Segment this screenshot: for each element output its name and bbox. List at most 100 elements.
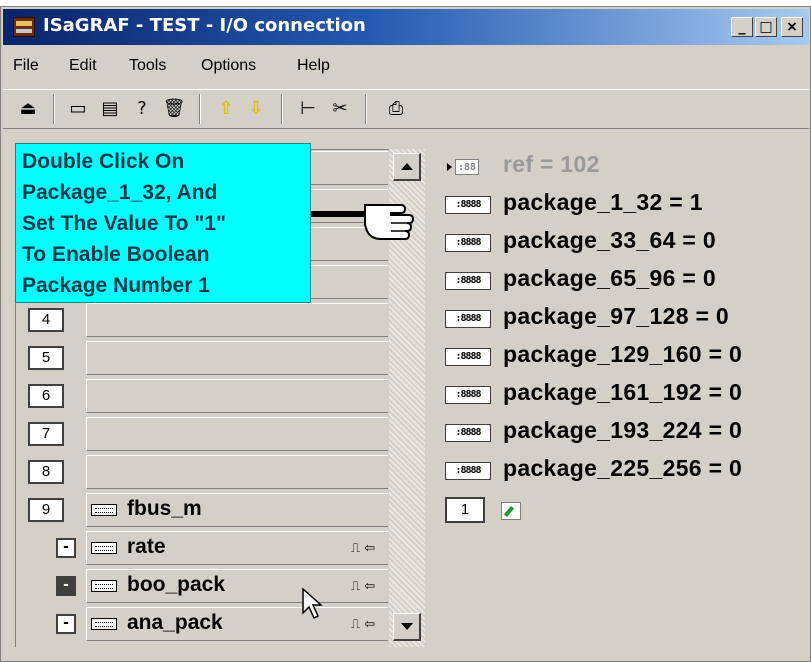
collapse-toggle[interactable]: -	[56, 614, 76, 634]
toolbar-separator	[199, 94, 201, 124]
open-board-icon[interactable]: ⏏	[15, 96, 41, 122]
variable-row[interactable]: :8888 package_129_160 = 0	[441, 339, 807, 375]
help-query-icon[interactable]: ?	[129, 96, 155, 122]
slot-number[interactable]: 5	[28, 346, 64, 370]
boolean-package-icon: :8888	[445, 310, 491, 328]
slot-field[interactable]	[86, 455, 388, 489]
variable-row[interactable]: :8888 package_97_128 = 0	[441, 301, 807, 337]
boolean-package-icon: :8888	[445, 234, 491, 252]
mouse-cursor-icon	[302, 587, 323, 620]
variable-row[interactable]: :8888 package_65_96 = 0	[441, 263, 807, 299]
variable-row[interactable]: :8888 package_161_192 = 0	[441, 377, 807, 413]
variable-text[interactable]: package_161_192 = 0	[503, 379, 742, 406]
menu-edit[interactable]: Edit	[69, 57, 97, 75]
variable-text[interactable]: package_33_64 = 0	[503, 227, 716, 254]
slot-field[interactable]	[86, 341, 388, 375]
ref-text: ref = 102	[503, 151, 600, 177]
window-title: ISaGRAF - TEST - I/O connection	[43, 15, 366, 36]
toolbar-separator	[365, 94, 367, 124]
annotation-line: Package_1_32, And	[22, 181, 218, 204]
variable-text[interactable]: package_65_96 = 0	[503, 265, 716, 292]
slot-number[interactable]: 8	[28, 460, 64, 484]
menu-help[interactable]: Help	[297, 57, 330, 75]
slot-row-9[interactable]: 9 fbus_m	[16, 492, 388, 528]
subitem-label: boo_pack	[127, 573, 226, 596]
slot-row-8[interactable]: 8	[16, 454, 388, 490]
io-group-icon	[91, 618, 117, 630]
title-bar[interactable]: ISaGRAF - TEST - I/O connection _ □ ×	[3, 9, 809, 45]
arrow-down-icon	[401, 623, 413, 630]
arrow-up-icon[interactable]: ⇧	[213, 96, 239, 122]
variable-row[interactable]: :8888 package_193_224 = 0	[441, 415, 807, 451]
slot-field[interactable]	[86, 417, 388, 451]
pulse-icon: ⎍ ⇦	[351, 541, 376, 556]
print-icon[interactable]: ⎙	[383, 96, 409, 122]
arrow-up-icon	[401, 163, 413, 170]
slot-row-4[interactable]: 4	[16, 302, 388, 338]
boolean-package-icon: :8888	[445, 386, 491, 404]
subitem-row-ana-pack[interactable]: - ana_pack ⎍ ⇦	[16, 606, 388, 642]
slot-number[interactable]: 9	[28, 498, 64, 522]
variable-text[interactable]: package_97_128 = 0	[503, 303, 729, 330]
variable-row[interactable]: :8888 package_225_256 = 0	[441, 453, 807, 489]
annotation-line: Set The Value To "1"	[22, 212, 226, 235]
slot-row-6[interactable]: 6	[16, 378, 388, 414]
variable-text[interactable]: package_225_256 = 0	[503, 455, 742, 482]
variable-row[interactable]: :8888 package_33_64 = 0	[441, 225, 807, 261]
subitem-field[interactable]: rate ⎍ ⇦	[86, 531, 388, 565]
slot-number[interactable]: 4	[28, 308, 64, 332]
io-group-icon	[91, 580, 117, 592]
collapse-toggle[interactable]: -	[56, 576, 76, 596]
boolean-package-icon: :8888	[445, 196, 491, 214]
subitem-label: rate	[127, 535, 166, 558]
delete-icon[interactable]: 🗑	[161, 96, 187, 122]
slot-field[interactable]	[86, 379, 388, 413]
scroll-down-button[interactable]	[393, 613, 421, 641]
menu-bar: File Edit Tools Options Help	[3, 53, 809, 83]
menu-file[interactable]: File	[13, 57, 39, 75]
scroll-up-button[interactable]	[393, 153, 421, 181]
menu-tools[interactable]: Tools	[129, 57, 166, 75]
annotation-line: To Enable Boolean	[22, 243, 210, 266]
maximize-button[interactable]: □	[755, 17, 777, 37]
variable-row[interactable]: :8888 package_1_32 = 1	[441, 187, 807, 223]
variable-text[interactable]: package_129_160 = 0	[503, 341, 742, 368]
subitem-row-boo-pack[interactable]: - boo_pack ⎍ ⇦	[16, 568, 388, 604]
variable-text[interactable]: package_1_32 = 1	[503, 189, 703, 216]
channel-number[interactable]: 1	[445, 497, 485, 523]
slot-label: fbus_m	[127, 497, 202, 520]
io-connection-window: ISaGRAF - TEST - I/O connection _ □ × Fi…	[0, 6, 811, 662]
hierarchy-icon[interactable]: ⊢	[295, 96, 321, 122]
annotation-line: Package Number 1	[22, 274, 210, 297]
slot-number[interactable]: 7	[28, 422, 64, 446]
edit-pencil-icon[interactable]	[501, 502, 521, 520]
arrow-down-icon[interactable]: ⇩	[243, 96, 269, 122]
board-properties-icon[interactable]: ▤	[97, 96, 123, 122]
boolean-package-icon: :8888	[445, 272, 491, 290]
variable-list: :88 ref = 102 :8888 package_1_32 = 1 :88…	[437, 149, 807, 549]
boolean-package-icon: :8888	[445, 462, 491, 480]
subitem-field[interactable]: ana_pack ⎍ ⇦	[86, 607, 388, 641]
ref-icon: :88	[447, 159, 479, 175]
slot-field[interactable]	[86, 303, 388, 337]
board-icon	[91, 504, 117, 516]
collapse-toggle[interactable]: -	[56, 538, 76, 558]
io-group-icon	[91, 542, 117, 554]
toolbar-separator	[281, 94, 283, 124]
boolean-package-icon: :8888	[445, 348, 491, 366]
close-button[interactable]: ×	[781, 17, 803, 37]
slot-row-7[interactable]: 7	[16, 416, 388, 452]
subitem-row-rate[interactable]: - rate ⎍ ⇦	[16, 530, 388, 566]
annotation-line: Double Click On	[22, 150, 185, 173]
slot-row-5[interactable]: 5	[16, 340, 388, 376]
connect-board-icon[interactable]: ▭	[65, 96, 91, 122]
annotation-callout: Double Click On Package_1_32, And Set Th…	[15, 143, 311, 303]
slot-number[interactable]: 6	[28, 384, 64, 408]
slot-field[interactable]: fbus_m	[86, 493, 388, 527]
cut-icon[interactable]: ✂	[327, 96, 353, 122]
variable-text[interactable]: package_193_224 = 0	[503, 417, 742, 444]
menu-options[interactable]: Options	[201, 57, 256, 75]
ref-row[interactable]: :88 ref = 102	[441, 149, 807, 185]
subitem-field[interactable]: boo_pack ⎍ ⇦	[86, 569, 388, 603]
minimize-button[interactable]: _	[731, 17, 753, 37]
